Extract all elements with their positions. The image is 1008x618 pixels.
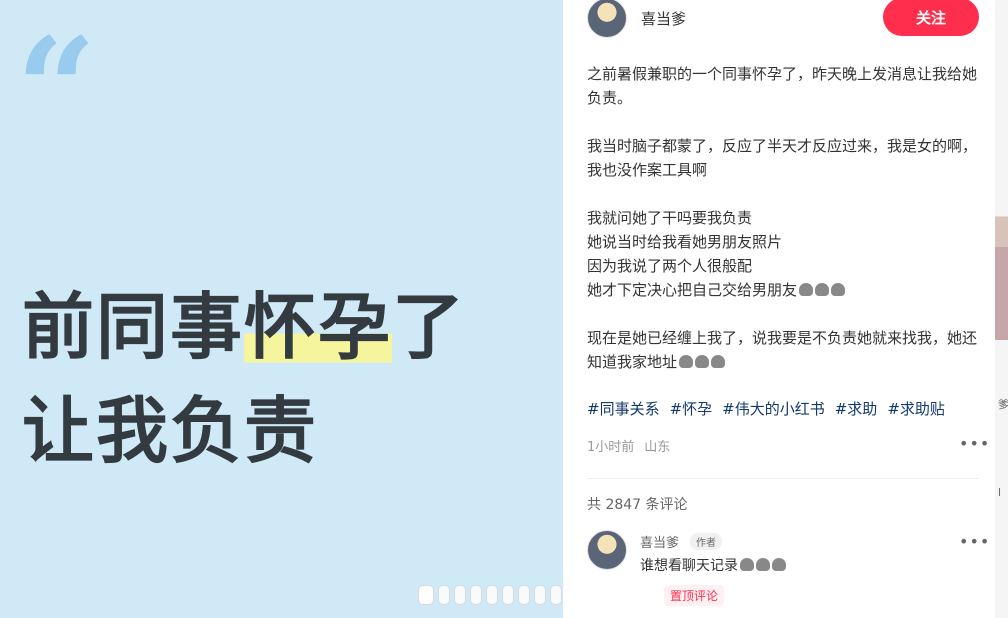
post-location: 山东	[644, 440, 671, 455]
more-icon[interactable]: •••	[959, 434, 990, 453]
author-badge: 作者	[690, 533, 722, 550]
emoji-icon	[740, 558, 754, 571]
carousel-dot[interactable]	[502, 585, 514, 605]
commenter-name[interactable]: 喜当爹	[640, 532, 679, 551]
carousel-dot[interactable]	[454, 585, 466, 605]
post-meta: 1小时前 山东	[587, 436, 670, 455]
post-paragraph: 我当时脑子都蒙了，反应了半天才反应过来，我是女的啊，我也没作案工具啊	[587, 134, 979, 182]
comment-text-content: 谁想看聊天记录	[640, 558, 738, 574]
post-time: 1小时前	[587, 440, 635, 455]
headline-text: 前同事	[22, 285, 245, 369]
comment-more-icon[interactable]: •••	[959, 532, 990, 551]
carousel-dot[interactable]	[486, 585, 498, 605]
post-text: 我就问她了干吗要我负责	[587, 209, 753, 227]
carousel-dot[interactable]	[438, 585, 450, 605]
edge-text: 爹	[998, 398, 1008, 411]
emoji-icon	[711, 355, 726, 368]
emoji-icon	[831, 283, 846, 296]
headline-highlight: 怀孕	[244, 285, 393, 369]
post-detail: 喜当爹 关注 之前暑假兼职的一个同事怀孕了，昨天晚上发消息让我给她负责。 我当时…	[563, 0, 995, 618]
post-text: 我当时脑子都蒙了，反应了半天才反应过来，我是女的啊，我也没作案工具啊	[587, 137, 978, 179]
post-paragraph: 我就问她了干吗要我负责 她说当时给我看她男朋友照片 因为我说了两个人很般配 她才…	[587, 206, 979, 302]
post-paragraph: 现在是她已经缠上我了，说我要是不负责她就来找我，她还知道我家地址	[587, 326, 979, 374]
post-paragraph: 之前暑假兼职的一个同事怀孕了，昨天晚上发消息让我给她负责。	[587, 62, 979, 110]
post-text: 之前暑假兼职的一个同事怀孕了，昨天晚上发消息让我给她负责。	[587, 65, 978, 107]
emoji-icon	[799, 283, 814, 296]
carousel-dot[interactable]	[550, 585, 562, 605]
emoji-icon	[815, 283, 830, 296]
post-text: 现在是她已经缠上我了，说我要是不负责她就来找我，她还知道我家地址	[587, 329, 978, 371]
carousel-dot[interactable]	[518, 585, 530, 605]
adjacent-feed-strip[interactable]	[995, 0, 1008, 618]
author-bar: 喜当爹 关注	[587, 0, 979, 38]
carousel-dot[interactable]	[470, 585, 482, 605]
emoji-icon	[772, 558, 786, 571]
hashtag-link[interactable]: #求助	[835, 398, 878, 419]
comment-count: 共 2847 条评论	[587, 497, 688, 513]
carousel-dot[interactable]	[534, 585, 546, 605]
hashtag-link[interactable]: #伟大的小红书	[722, 398, 825, 419]
divider	[587, 478, 979, 479]
follow-button[interactable]: 关注	[883, 0, 979, 36]
hashtag-link[interactable]: #怀孕	[670, 398, 713, 419]
emoji-icon	[756, 558, 770, 571]
image-headline: 前同事怀孕了 让我负责	[22, 275, 466, 483]
author-avatar[interactable]	[587, 0, 627, 38]
headline-text: 了	[392, 285, 467, 369]
hashtag-link[interactable]: #同事关系	[587, 398, 660, 419]
carousel-dot[interactable]	[418, 585, 434, 605]
post-image[interactable]: “ 前同事怀孕了 让我负责	[0, 0, 610, 618]
headline-line-2: 让我负责	[22, 389, 319, 473]
author-name[interactable]: 喜当爹	[641, 8, 686, 29]
comment-text: 谁想看聊天记录	[640, 555, 786, 575]
quote-icon: “	[16, 8, 97, 172]
headline-line-1: 前同事怀孕了	[22, 275, 466, 379]
pinned-comment-badge: 置顶评论	[664, 585, 725, 606]
hashtag-list: #同事关系 #怀孕 #伟大的小红书 #求助 #求助贴	[587, 398, 979, 419]
emoji-icon	[679, 355, 694, 368]
comment-item: 喜当爹 作者 谁想看聊天记录 置顶评论 •••	[587, 530, 989, 610]
hashtag-link[interactable]: #求助贴	[887, 398, 945, 419]
post-text: 她才下定决心把自己交给男朋友	[587, 281, 798, 299]
commenter-avatar[interactable]	[587, 530, 627, 570]
post-text: 她说当时给我看她男朋友照片	[587, 233, 783, 251]
edge-text: l	[998, 486, 1002, 499]
emoji-icon	[695, 355, 710, 368]
post-content: 之前暑假兼职的一个同事怀孕了，昨天晚上发消息让我给她负责。 我当时脑子都蒙了，反…	[587, 62, 979, 398]
post-text: 因为我说了两个人很般配	[587, 257, 753, 275]
